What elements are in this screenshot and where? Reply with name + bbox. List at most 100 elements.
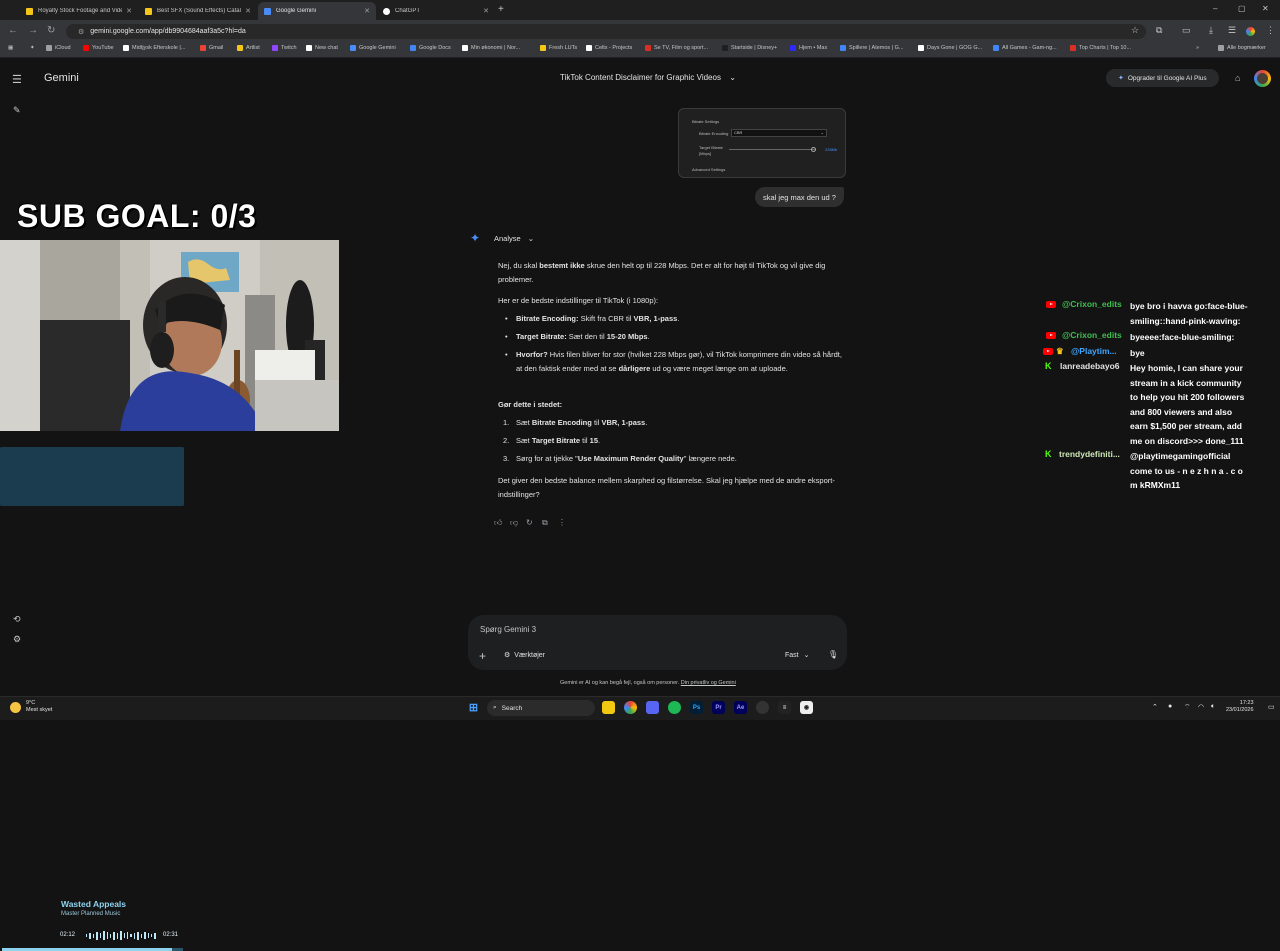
weather-widget[interactable]: 9°C Mest skyet xyxy=(26,700,52,714)
close-tab-icon[interactable]: ✕ xyxy=(483,7,489,15)
maximize-icon[interactable]: ▢ xyxy=(1238,4,1246,13)
bookmark-item[interactable]: Gmail xyxy=(200,45,223,51)
bookmark-favicon-icon xyxy=(237,45,243,51)
bookmark-item[interactable]: Google Gemini xyxy=(350,45,396,51)
volume-icon[interactable]: 🔈︎ xyxy=(1211,703,1215,711)
bookmark-item[interactable]: All Games - Gam-ng... xyxy=(993,45,1057,51)
bookmark-item[interactable]: New chat xyxy=(306,45,338,51)
prompt-box[interactable] xyxy=(468,615,847,670)
bookmark-item[interactable]: Days Gone | GOG G... xyxy=(918,45,982,51)
close-window-icon[interactable]: ✕ xyxy=(1262,4,1269,13)
bookmark-extension-icon[interactable]: ✦ xyxy=(30,45,35,51)
avatar[interactable] xyxy=(1254,70,1271,87)
tray-expand-icon[interactable]: ⌃ xyxy=(1152,703,1158,711)
windows-start-icon[interactable]: ⊞ xyxy=(467,701,480,714)
weather-icon[interactable] xyxy=(10,702,21,713)
thumb-target-unit: [Mbps] xyxy=(699,151,712,156)
tab-google-gemini[interactable]: Google Gemini ✕ xyxy=(258,2,376,20)
photoshop-icon[interactable]: Ps xyxy=(690,701,703,714)
close-tab-icon[interactable]: ✕ xyxy=(126,7,132,15)
more-bookmarks-icon[interactable]: » xyxy=(1196,45,1199,51)
system-clock[interactable]: 17:23 23/01/2026 xyxy=(1226,700,1254,714)
copy-icon[interactable]: ⧉ xyxy=(542,518,548,528)
settings-gear-icon[interactable]: ⚙ xyxy=(13,634,21,645)
kick-icon: K xyxy=(1045,449,1052,459)
model-selector[interactable]: Fast ⌄ xyxy=(785,651,810,659)
tab-search-icon[interactable]: ☰ xyxy=(1228,25,1236,36)
new-chat-icon[interactable]: ✎ xyxy=(13,105,21,116)
close-tab-icon[interactable]: ✕ xyxy=(245,7,251,15)
profile-icon[interactable] xyxy=(1246,27,1255,36)
analysis-toggle[interactable]: Analyse ⌄ xyxy=(494,234,534,243)
attached-screenshot-thumbnail[interactable]: Bitrate Settings Bitrate Encoding CBR ⌄ T… xyxy=(678,108,846,178)
discord-icon[interactable] xyxy=(646,701,659,714)
bookmark-label: Celtx - Projects xyxy=(595,45,633,51)
bookmark-item[interactable]: Startside | Disney+ xyxy=(722,45,777,51)
all-bookmarks[interactable]: Alle bogmærker xyxy=(1218,45,1266,51)
conversation-title[interactable]: TikTok Content Disclaimer for Graphic Vi… xyxy=(560,73,736,82)
thumbs-down-icon[interactable]: 👎︎ xyxy=(510,518,518,528)
bookmark-item[interactable]: Midtjysk Efterskole |... xyxy=(123,45,185,51)
taskbar-search[interactable]: ⌕ Search xyxy=(487,700,595,716)
site-info-icon[interactable]: ⚙ xyxy=(78,28,84,36)
reload-icon[interactable]: ↻ xyxy=(47,25,55,36)
obs-icon[interactable]: ◉ xyxy=(800,701,813,714)
new-tab-icon[interactable]: + xyxy=(498,4,504,15)
more-options-icon[interactable]: ⋮ xyxy=(558,518,566,527)
bookmark-star-icon[interactable]: ☆ xyxy=(1131,25,1139,36)
after-effects-icon[interactable]: Ae xyxy=(734,701,747,714)
back-icon[interactable]: ← xyxy=(8,25,18,36)
clock-time: 17:23 xyxy=(1239,700,1254,706)
tab-best-sfx[interactable]: Best SFX (Sound Effects) Catalo ✕ xyxy=(139,2,257,20)
bookmark-item[interactable]: Celtx - Projects xyxy=(586,45,632,51)
gemini-brand[interactable]: Gemini xyxy=(44,72,79,84)
browser-menu-icon[interactable]: ⋮ xyxy=(1266,25,1275,36)
tab-chatgpt[interactable]: ChatGPT ✕ xyxy=(377,2,495,20)
bookmark-item[interactable]: Google Docs xyxy=(410,45,451,51)
main-menu-icon[interactable]: ☰ xyxy=(12,73,22,86)
network-icon[interactable]: ⌔ xyxy=(1184,703,1191,712)
bookmark-label: Twitch xyxy=(281,45,297,51)
gift-icon[interactable]: ⌂ xyxy=(1235,73,1240,83)
apps-icon[interactable]: ▦ xyxy=(8,45,13,51)
bookmark-item[interactable]: Artlist xyxy=(237,45,260,51)
minimize-icon[interactable]: – xyxy=(1213,4,1217,13)
file-explorer-icon[interactable] xyxy=(602,701,615,714)
extensions-icon[interactable]: ⧉ xyxy=(1156,25,1162,36)
tray-app-icon[interactable]: ● xyxy=(1168,703,1172,710)
chrome-icon[interactable] xyxy=(624,701,637,714)
steam-icon[interactable] xyxy=(756,701,769,714)
cast-icon[interactable]: ▭ xyxy=(1182,25,1191,36)
download-icon[interactable]: ⤓ xyxy=(1209,25,1213,36)
premiere-icon[interactable]: Pr xyxy=(712,701,725,714)
activity-icon[interactable]: ⟲ xyxy=(13,614,21,625)
microphone-icon[interactable]: 🎙︎ xyxy=(828,650,838,659)
thumbs-up-icon[interactable]: 👍︎ xyxy=(494,518,502,528)
address-bar[interactable]: ⚙ gemini.google.com/app/db9904684aaf3a5c… xyxy=(66,24,1146,39)
bookmark-item[interactable]: iCloud xyxy=(46,45,71,51)
bookmark-item[interactable]: YouTube xyxy=(83,45,114,51)
privacy-link[interactable]: Din privatliv og Gemini xyxy=(681,680,736,686)
app-icon[interactable]: ≡ xyxy=(778,701,791,714)
tab-royalty-footage[interactable]: Royalty Stock Footage and Vide ✕ xyxy=(20,2,138,20)
bookmark-item[interactable]: Twitch xyxy=(272,45,297,51)
bookmark-favicon-icon xyxy=(993,45,999,51)
notifications-icon[interactable]: ▭ xyxy=(1268,703,1275,711)
bookmark-item[interactable]: Min økonomi | Nor... xyxy=(462,45,520,51)
upgrade-button[interactable]: ✦ Opgrader til Google AI Plus xyxy=(1106,69,1219,87)
bookmark-item[interactable]: Spillere | Atemos | G... xyxy=(840,45,904,51)
prompt-input[interactable]: Spørg Gemini 3 xyxy=(480,625,536,634)
forward-icon[interactable]: → xyxy=(28,25,38,36)
tools-button[interactable]: ⚙ Værktøjer xyxy=(504,651,545,659)
regenerate-icon[interactable]: ↻ xyxy=(526,518,533,527)
bookmark-item[interactable]: Se TV, Film og sport... xyxy=(645,45,708,51)
spotify-icon[interactable] xyxy=(668,701,681,714)
bookmark-item[interactable]: Fresh LUTs xyxy=(540,45,577,51)
sparkle-icon: ✦ xyxy=(1118,75,1124,82)
bookmark-item[interactable]: Hjem • Max xyxy=(790,45,827,51)
close-tab-icon[interactable]: ✕ xyxy=(364,7,370,15)
wifi-icon[interactable]: ◠ xyxy=(1198,703,1204,711)
add-file-icon[interactable]: + xyxy=(479,649,486,663)
tools-icon: ⚙ xyxy=(504,652,511,659)
bookmark-item[interactable]: Top Charts | Top 10... xyxy=(1070,45,1131,51)
